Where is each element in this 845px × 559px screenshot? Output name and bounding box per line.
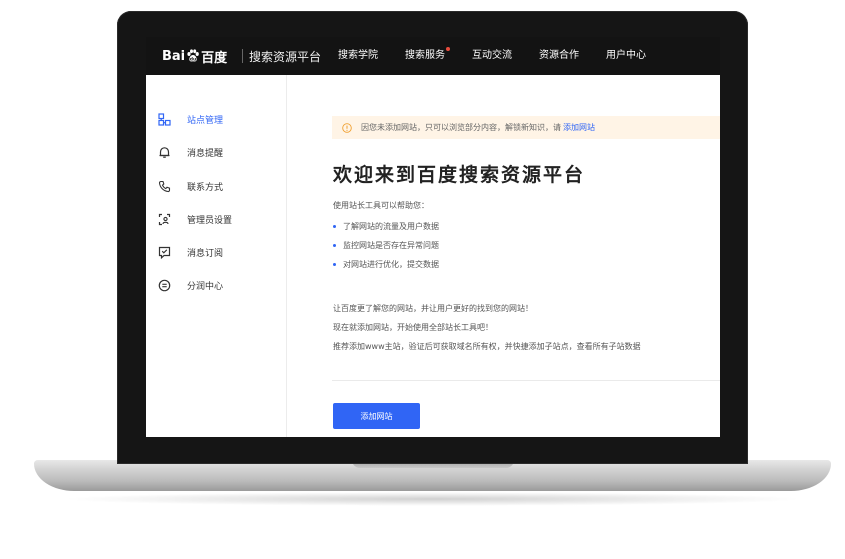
list-item: 了解网站的流量及用户数据 xyxy=(333,217,439,236)
nav-item-resource-cooperation[interactable]: 资源合作 xyxy=(539,37,579,75)
bullet-dot xyxy=(333,244,336,247)
site-structure-icon xyxy=(158,112,171,126)
sidebar-item-label: 管理员设置 xyxy=(187,215,233,226)
list-item: 对网站进行优化，提交数据 xyxy=(333,255,439,274)
revenue-icon xyxy=(158,279,171,291)
notice-text: 因您未添加网站，只可以浏览部分内容，解锁新知识，请 xyxy=(361,123,561,132)
sidebar-item-label: 分润中心 xyxy=(187,281,224,292)
sidebar-item-label: 消息提醒 xyxy=(187,148,224,159)
sidebar-item-message-reminder[interactable]: 消息提醒 xyxy=(158,142,223,162)
nav-item-label: 搜索服务 xyxy=(405,50,445,61)
subscribe-icon xyxy=(158,246,171,259)
add-site-notice: 因您未添加网站，只可以浏览部分内容，解锁新知识，请 添加网站 xyxy=(332,116,720,139)
sidebar-item-contact[interactable]: 联系方式 xyxy=(158,176,223,196)
svg-text:du: du xyxy=(190,56,196,62)
nav-item-label: 用户中心 xyxy=(606,50,646,61)
list-item-text: 了解网站的流量及用户数据 xyxy=(343,222,439,231)
logo-baidu-text: 百度 xyxy=(201,50,228,66)
nav-item-search-service[interactable]: 搜索服务 xyxy=(405,37,450,75)
notice-add-site-link[interactable]: 添加网站 xyxy=(563,122,595,133)
description-line-2: 现在就添加网站，开始使用全部站长工具吧！ xyxy=(333,323,493,332)
bell-icon xyxy=(159,146,170,158)
baidu-paw-icon: du xyxy=(187,49,199,62)
list-item-text: 对网站进行优化，提交数据 xyxy=(343,260,439,269)
bullet-dot xyxy=(333,225,336,228)
sidebar-item-admin-settings[interactable]: 管理员设置 xyxy=(158,209,232,229)
sidebar-item-message-subscription[interactable]: 消息订阅 xyxy=(158,242,223,262)
nav-menu: 搜索学院 搜索服务 互动交流 资源合作 用户中心 xyxy=(338,37,673,75)
nav-item-label: 资源合作 xyxy=(539,50,579,61)
nav-item-search-academy[interactable]: 搜索学院 xyxy=(338,37,378,75)
sidebar-item-label: 消息订阅 xyxy=(187,248,224,259)
logo-bai-text: Bai xyxy=(162,48,186,64)
baidu-logo[interactable]: Bai du 百度 xyxy=(162,47,228,66)
sidebar-item-revenue-center[interactable]: 分润中心 xyxy=(158,275,223,295)
sidebar-item-site-management[interactable]: 站点管理 xyxy=(158,109,223,129)
laptop-shadow xyxy=(60,492,805,506)
admin-icon xyxy=(158,213,171,225)
nav-item-label: 搜索学院 xyxy=(338,50,378,61)
nav-item-interaction[interactable]: 互动交流 xyxy=(472,37,512,75)
description-line-3: 推荐添加www主站，验证后可获取域名所有权，并快捷添加子站点，查看所有子站数据 xyxy=(333,342,641,351)
phone-icon xyxy=(158,180,171,192)
logo-divider xyxy=(242,49,243,63)
page-title: 欢迎来到百度搜索资源平台 xyxy=(333,164,586,186)
top-navigation-bar: Bai du 百度 搜索资源平台 搜索学院 搜索服务 互动交流 资源合作 用户中… xyxy=(146,37,720,75)
sidebar-item-label: 联系方式 xyxy=(187,182,224,193)
add-site-button[interactable]: 添加网站 xyxy=(333,403,420,429)
list-item-text: 监控网站是否存在异常问题 xyxy=(343,241,439,250)
description-line-1: 让百度更了解您的网站，并让用户更好的找到您的网站！ xyxy=(333,304,533,313)
list-item: 监控网站是否存在异常问题 xyxy=(333,236,439,255)
feature-list: 了解网站的流量及用户数据 监控网站是否存在异常问题 对网站进行优化，提交数据 xyxy=(333,217,439,274)
content-divider xyxy=(332,380,720,381)
notification-dot xyxy=(446,47,450,51)
product-name: 搜索资源平台 xyxy=(249,50,322,64)
nav-item-user-center[interactable]: 用户中心 xyxy=(606,37,646,75)
nav-item-label: 互动交流 xyxy=(472,50,512,61)
sidebar: 站点管理 消息提醒 联系方式 管理员设置 消息订阅 分润中心 xyxy=(146,75,287,437)
bullet-dot xyxy=(333,263,336,266)
sidebar-item-label: 站点管理 xyxy=(187,115,224,126)
intro-text: 使用站长工具可以帮助您： xyxy=(333,201,429,210)
warning-icon xyxy=(342,122,352,133)
laptop-screen: Bai du 百度 搜索资源平台 搜索学院 搜索服务 互动交流 资源合作 用户中… xyxy=(146,37,720,437)
